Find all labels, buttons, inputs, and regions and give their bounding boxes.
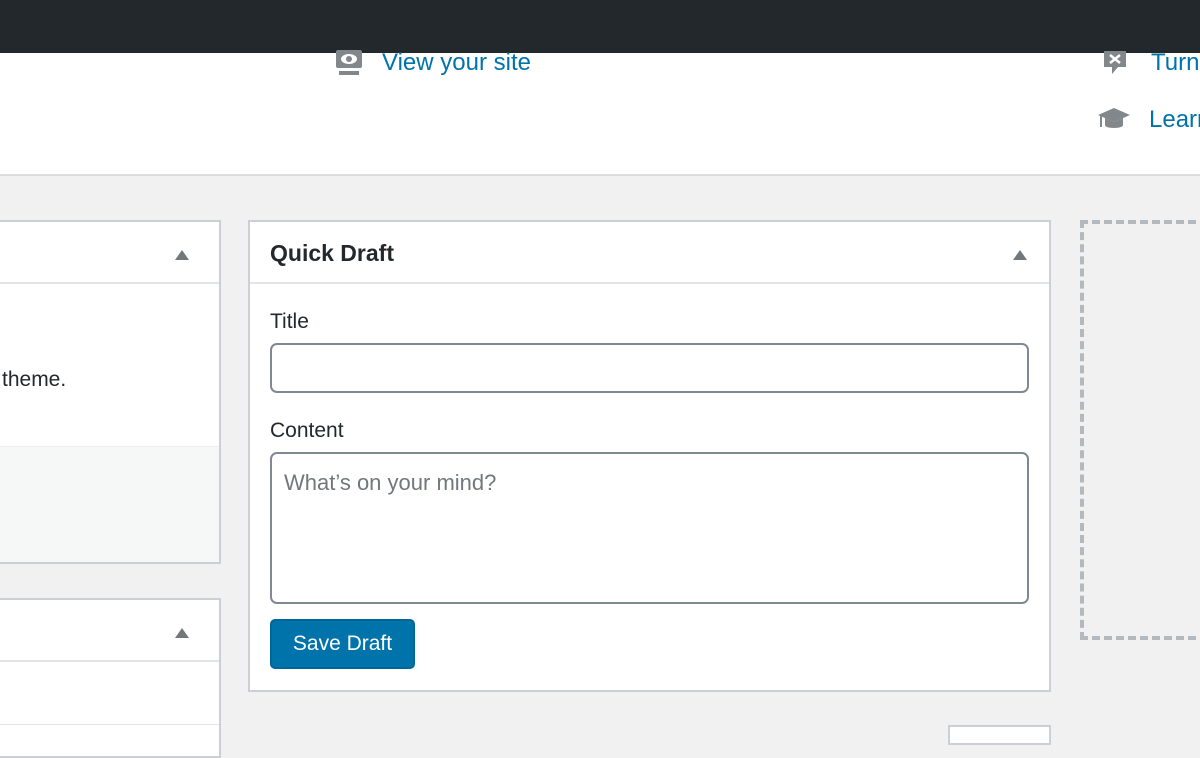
content-label: Content xyxy=(270,419,344,442)
turn-label: Turn xyxy=(1151,49,1200,76)
save-draft-button[interactable]: Save Draft xyxy=(270,619,415,669)
left-panel-2 xyxy=(0,598,221,758)
turn-comments-link[interactable]: Turn xyxy=(1101,48,1199,78)
title-input[interactable] xyxy=(270,343,1029,393)
left-panel-footer xyxy=(0,446,219,562)
quick-draft-panel: Quick Draft Title Content What’s on your… xyxy=(248,220,1051,692)
admin-bar xyxy=(0,0,1200,53)
title-label: Title xyxy=(270,310,309,333)
content-textarea[interactable]: What’s on your mind? xyxy=(270,452,1029,604)
view-site-link[interactable]: View your site xyxy=(334,48,531,78)
content-placeholder: What’s on your mind? xyxy=(284,470,497,495)
lower-panel-edge xyxy=(948,725,1051,745)
divider xyxy=(0,724,219,725)
collapse-arrow-icon[interactable] xyxy=(175,628,189,638)
left-panel-text: theme. xyxy=(2,368,67,391)
graduation-cap-icon xyxy=(1098,108,1130,128)
learn-link[interactable]: Learn xyxy=(1097,105,1200,135)
comment-close-icon xyxy=(1104,51,1126,74)
widget-drop-zone xyxy=(1080,220,1200,640)
view-site-label: View your site xyxy=(382,49,531,76)
collapse-arrow-icon[interactable] xyxy=(1013,250,1027,260)
collapse-arrow-icon[interactable] xyxy=(175,250,189,260)
quick-draft-title: Quick Draft xyxy=(270,240,394,266)
quick-draft-header: Quick Draft xyxy=(250,222,1049,284)
welcome-panel: View your site Turn Learn xyxy=(0,49,1200,176)
view-site-icon xyxy=(336,50,362,75)
left-panel: theme. xyxy=(0,220,221,564)
learn-label: Learn xyxy=(1149,106,1200,133)
